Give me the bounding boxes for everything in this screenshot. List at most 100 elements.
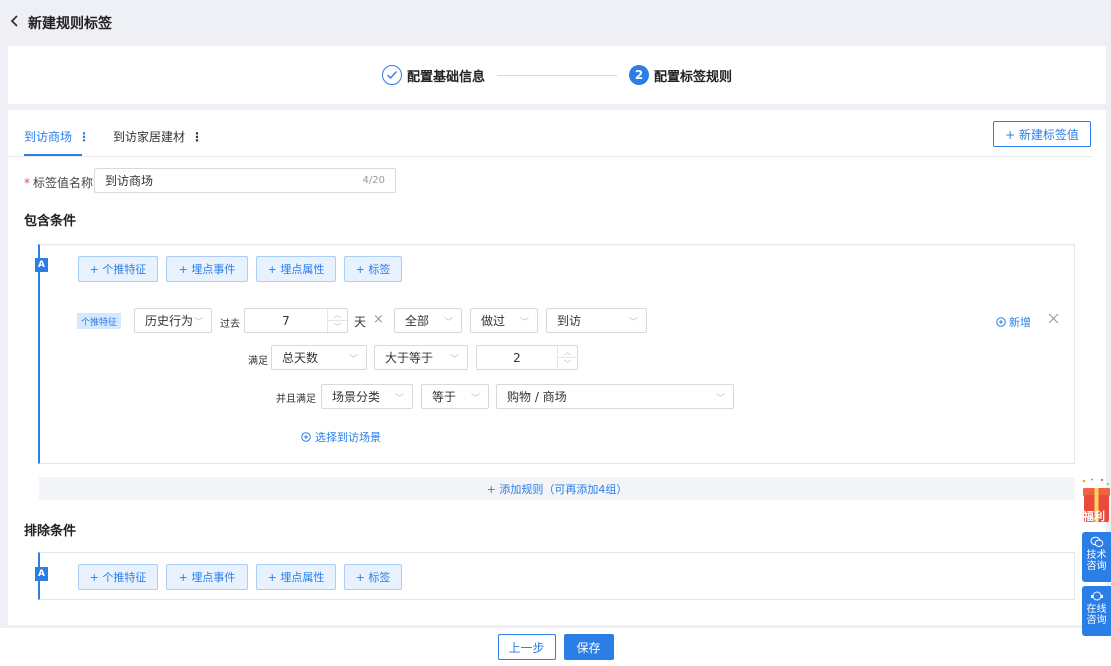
threshold-stepper[interactable]: 2 ︿ ﹀ xyxy=(476,345,578,370)
select-value: 等于 xyxy=(432,390,457,404)
behavior-select[interactable]: 历史行为 ﹀ xyxy=(134,308,212,333)
exclude-conditions-title: 排除条件 xyxy=(24,524,77,539)
group-badge: A xyxy=(35,567,48,581)
satisfy-label: 满足 xyxy=(248,356,268,367)
select-value: 历史行为 xyxy=(145,314,194,328)
tag-name-label-text: 标签值名称: xyxy=(33,176,98,190)
tab-label: 到访商场 xyxy=(24,130,73,144)
stepper-value: 2 xyxy=(513,350,521,365)
dimension-select[interactable]: 场景分类 ﹀ xyxy=(321,384,413,409)
char-counter: 4/20 xyxy=(362,175,385,186)
new-tag-value-button[interactable]: + 新建标签值 xyxy=(993,121,1091,147)
exclude-group-a: + 个推特征 + 埋点事件 + 埋点属性 + 标签 xyxy=(38,552,1075,600)
select-value: 购物 / 商场 xyxy=(507,390,567,404)
plus-circle-icon xyxy=(996,317,1006,327)
save-button[interactable]: 保存 xyxy=(563,634,614,660)
chevron-down-icon: ﹀ xyxy=(348,355,358,365)
step-indicator: 配置基础信息 2 配置标签规则 xyxy=(8,46,1106,104)
tag-name-value: 到访商场 xyxy=(105,174,154,188)
page-title: 新建规则标签 xyxy=(28,16,112,32)
add-tag-button[interactable]: + 标签 xyxy=(344,564,402,590)
clear-icon[interactable]: × xyxy=(373,312,384,327)
select-value: 做过 xyxy=(481,314,506,328)
dim-value-select[interactable]: 购物 / 商场 ﹀ xyxy=(496,384,734,409)
select-value: 总天数 xyxy=(282,351,319,365)
main-card: 到访商场 ⋮ 到访家居建材 ⋮ + 新建标签值 * 标签值名称: 到访商场 4/… xyxy=(8,110,1106,625)
step-label: 配置标签规则 xyxy=(654,69,733,85)
comparator-select[interactable]: 大于等于 ﹀ xyxy=(374,345,468,370)
action-select[interactable]: 做过 ﹀ xyxy=(470,308,538,333)
tab-home-building[interactable]: 到访家居建材 ⋮ xyxy=(113,128,203,145)
tag-name-input[interactable]: 到访商场 4/20 xyxy=(94,168,396,193)
add-tag-button[interactable]: + 标签 xyxy=(344,256,402,282)
select-value: 大于等于 xyxy=(385,351,434,365)
chevron-down-icon[interactable]: ﹀ xyxy=(558,357,577,369)
scope-select[interactable]: 全部 ﹀ xyxy=(394,308,462,333)
dim-operator-select[interactable]: 等于 ﹀ xyxy=(421,384,489,409)
check-icon xyxy=(381,65,402,85)
tag-name-label: * 标签值名称: xyxy=(24,174,97,191)
days-unit: 天 xyxy=(354,315,367,329)
add-getui-feature-button[interactable]: + 个推特征 xyxy=(78,564,158,590)
stepper-value: 7 xyxy=(282,313,290,328)
page-header: 新建规则标签 xyxy=(0,0,1111,46)
tab-active-indicator xyxy=(24,154,82,156)
select-value: 到访 xyxy=(557,314,582,328)
online-consult-label: 在线咨询 xyxy=(1086,604,1107,626)
tab-label: 到访家居建材 xyxy=(113,130,186,144)
add-label: 新增 xyxy=(1009,316,1031,329)
chevron-up-icon[interactable]: ︿ xyxy=(558,346,577,357)
add-rule-button[interactable]: + 添加规则（可再添加4组） xyxy=(39,477,1075,500)
add-tracking-event-button[interactable]: + 埋点事件 xyxy=(166,564,248,590)
step-basic-info: 配置基础信息 xyxy=(381,65,485,85)
chevron-down-icon: ﹀ xyxy=(470,394,480,404)
metric-select[interactable]: 总天数 ﹀ xyxy=(271,345,367,370)
step-number: 2 xyxy=(629,65,649,85)
tech-consult-widget[interactable]: 技术咨询 xyxy=(1082,532,1111,582)
step-label: 配置基础信息 xyxy=(406,69,485,85)
online-consult-widget[interactable]: 在线咨询 xyxy=(1082,586,1111,636)
chevron-down-icon: ﹀ xyxy=(519,318,529,328)
past-label: 过去 xyxy=(220,319,240,330)
add-tracking-property-button[interactable]: + 埋点属性 xyxy=(256,564,336,590)
tab-mall[interactable]: 到访商场 ⋮ xyxy=(24,128,90,145)
add-getui-feature-button[interactable]: + 个推特征 xyxy=(78,256,158,282)
select-value: 全部 xyxy=(405,314,430,328)
include-group-a: + 个推特征 + 埋点事件 + 埋点属性 + 标签 个推特征 历史行为 ﹀ 过去 … xyxy=(38,244,1075,464)
chevron-down-icon: ﹀ xyxy=(628,318,638,328)
gift-widget[interactable]: 福利 xyxy=(1080,478,1111,524)
tech-consult-label: 技术咨询 xyxy=(1086,550,1107,572)
close-icon[interactable] xyxy=(1048,313,1059,327)
select-value: 场景分类 xyxy=(332,390,381,404)
add-tracking-event-button[interactable]: + 埋点事件 xyxy=(166,256,248,282)
chevron-down-icon: ﹀ xyxy=(449,355,459,365)
prev-step-button[interactable]: 上一步 xyxy=(497,634,556,660)
select-scene-link[interactable]: 选择到访场景 xyxy=(301,429,381,445)
tab-bar: 到访商场 ⋮ 到访家居建材 ⋮ + 新建标签值 xyxy=(8,110,1092,157)
step-connector xyxy=(497,74,617,76)
add-tracking-property-button[interactable]: + 埋点属性 xyxy=(256,256,336,282)
headset-icon xyxy=(1090,591,1103,601)
gift-label: 福利 xyxy=(1083,510,1105,523)
and-satisfy-label: 并且满足 xyxy=(276,394,316,405)
select-scene-label: 选择到访场景 xyxy=(315,431,381,444)
chevron-down-icon[interactable]: ﹀ xyxy=(328,320,347,332)
required-mark: * xyxy=(24,175,30,190)
chevron-down-icon: ﹀ xyxy=(443,318,453,328)
footer-bar: 上一步 保存 xyxy=(0,628,1111,666)
chevron-up-icon[interactable]: ︿ xyxy=(328,309,347,320)
chevron-down-icon: ﹀ xyxy=(715,394,725,404)
group-badge: A xyxy=(35,258,48,272)
wechat-icon xyxy=(1090,536,1103,548)
chevron-down-icon: ﹀ xyxy=(394,394,404,404)
include-conditions-title: 包含条件 xyxy=(24,214,77,229)
getui-feature-chip: 个推特征 xyxy=(77,313,122,329)
chevron-left-icon[interactable] xyxy=(10,15,26,31)
more-vertical-icon[interactable]: ⋮ xyxy=(191,130,203,144)
days-stepper[interactable]: 7 ︿ ﹀ xyxy=(244,308,348,333)
plus-circle-icon xyxy=(301,432,311,442)
event-select[interactable]: 到访 ﹀ xyxy=(546,308,647,333)
chevron-down-icon: ﹀ xyxy=(193,318,203,328)
more-vertical-icon[interactable]: ⋮ xyxy=(78,130,90,144)
add-condition-link[interactable]: 新增 xyxy=(996,314,1031,330)
